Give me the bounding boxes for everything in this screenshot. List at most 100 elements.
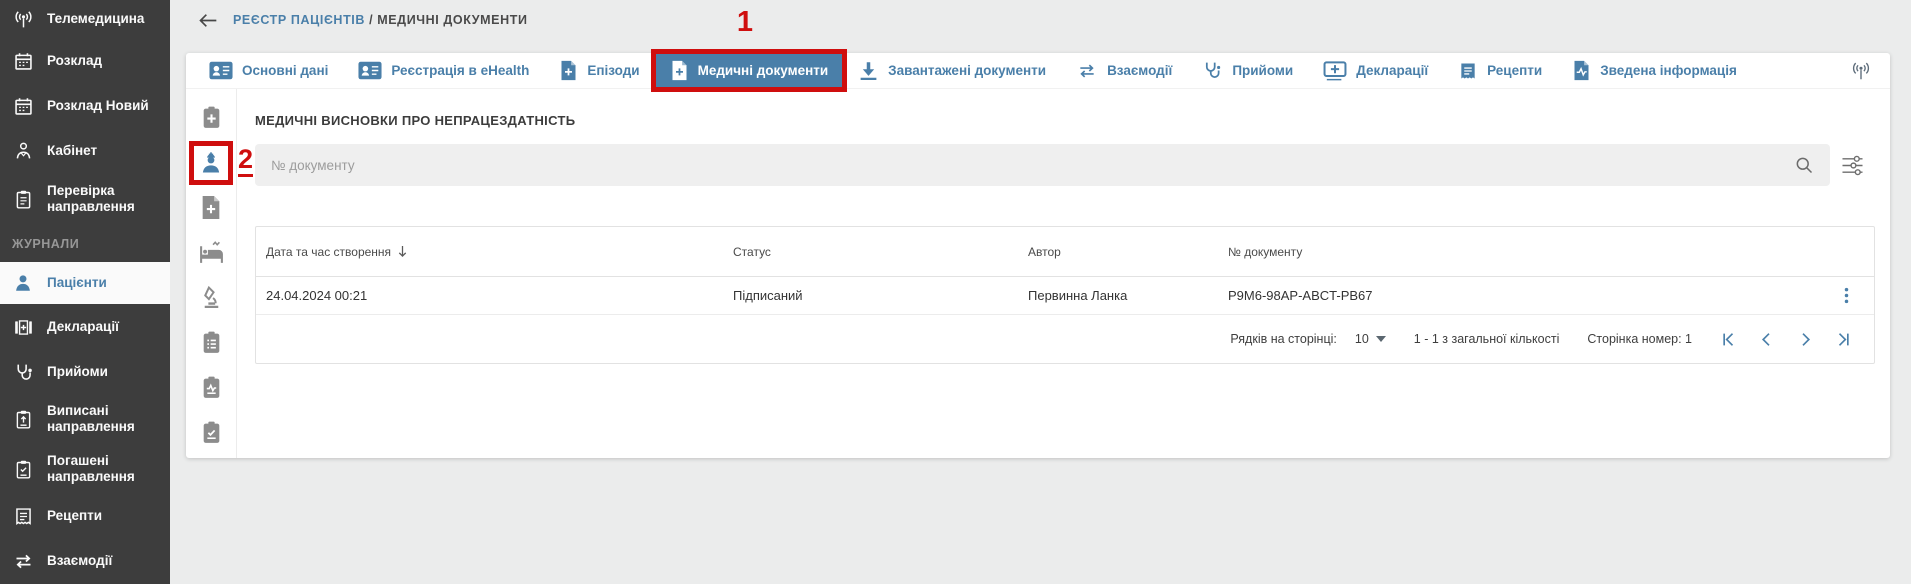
sort-descending-icon: [397, 245, 408, 258]
topbar: РЕЄСТР ПАЦІЄНТІВ / МЕДИЧНІ ДОКУМЕНТИ: [170, 0, 1911, 40]
tab-interactions[interactable]: Взаємодії: [1061, 53, 1187, 88]
file-plus-icon: [559, 60, 578, 81]
tab-summary-info[interactable]: Зведена інформація: [1557, 53, 1752, 88]
rows-per-page: Рядків на сторінці: 10: [1230, 332, 1385, 346]
clipboard-icon: [12, 189, 34, 210]
pagination-page-text: Сторінка номер: 1: [1587, 332, 1692, 346]
tab-episodes[interactable]: Епізоди: [544, 53, 654, 88]
table-header-row: Дата та час створення Статус Автор № док…: [256, 227, 1874, 277]
first-page-icon[interactable]: [1720, 332, 1735, 347]
person-icon: [12, 272, 34, 294]
cell-status: Підписаний: [723, 288, 1018, 303]
tab-appointments[interactable]: Прийоми: [1187, 53, 1308, 88]
sidebar-item-label: Розклад: [47, 53, 102, 69]
tab-ehealth-registration[interactable]: Реєстрація в eHealth: [343, 53, 544, 88]
strip-clipboard-plus-icon[interactable]: [199, 105, 224, 131]
sidebar-item-schedule[interactable]: Розклад: [0, 38, 170, 84]
id-card-icon: [358, 61, 382, 80]
sidebar-item-label: Погашені направлення: [47, 453, 160, 485]
sidebar-item-label: Виписані направлення: [47, 403, 160, 435]
next-page-icon[interactable]: [1798, 332, 1813, 347]
declaration-icon: [12, 317, 34, 338]
sidebar-item-label: Пацієнти: [47, 275, 107, 291]
strip-patient-conclusions-icon[interactable]: 2: [198, 150, 224, 176]
filter-sliders-icon[interactable]: [1830, 155, 1875, 176]
sidebar-item-appointments[interactable]: Прийоми: [0, 350, 170, 394]
document-number-search-input[interactable]: [271, 158, 1794, 173]
telemedicine-signal-icon[interactable]: [1850, 60, 1872, 82]
sidebar: Телемедицина Розклад Розклад Новий Кабін…: [0, 0, 170, 584]
sidebar-item-telemedicine[interactable]: Телемедицина: [0, 0, 170, 38]
column-header-doc-number: № документу: [1218, 245, 1818, 259]
sidebar-item-label: Взаємодії: [47, 553, 112, 569]
file-pulse-icon: [1572, 60, 1591, 81]
tab-main-data[interactable]: Основні дані: [194, 53, 343, 88]
strip-clipboard-pulse-icon[interactable]: [199, 375, 224, 401]
column-header-author: Автор: [1018, 245, 1218, 259]
sidebar-item-redeemed-referrals[interactable]: Погашені направлення: [0, 444, 170, 494]
receipt-icon: [1458, 61, 1478, 81]
medical-documents-content: МЕДИЧНІ ВИСНОВКИ ПРО НЕПРАЦЕЗДАТНІСТЬ Да…: [237, 89, 1890, 458]
table-row[interactable]: 24.04.2024 00:21 Підписаний Первинна Лан…: [256, 277, 1874, 315]
clipboard-up-icon: [12, 409, 34, 430]
column-header-status: Статус: [723, 245, 1018, 259]
strip-clipboard-check-icon[interactable]: [199, 420, 224, 446]
receipt-icon: [12, 506, 34, 527]
previous-page-icon[interactable]: [1759, 332, 1774, 347]
antenna-icon: [12, 9, 34, 30]
breadcrumb-separator: /: [369, 13, 377, 27]
tab-uploaded-documents[interactable]: Завантажені документи: [843, 53, 1061, 88]
table-pagination: Рядків на сторінці: 10 1 - 1 з загальної…: [256, 315, 1874, 363]
breadcrumb: РЕЄСТР ПАЦІЄНТІВ / МЕДИЧНІ ДОКУМЕНТИ: [233, 13, 528, 27]
sidebar-item-label: Декларації: [47, 319, 119, 335]
sidebar-item-cabinet[interactable]: Кабінет: [0, 128, 170, 173]
arrows-icon: [1076, 61, 1098, 81]
breadcrumb-link-patients-registry[interactable]: РЕЄСТР ПАЦІЄНТІВ: [233, 13, 365, 27]
rows-per-page-select[interactable]: 10: [1355, 332, 1386, 346]
sidebar-item-declarations[interactable]: Декларації: [0, 304, 170, 350]
download-icon: [858, 61, 879, 81]
tab-medical-documents[interactable]: 1 Медичні документи: [655, 53, 844, 88]
calendar-icon: [12, 51, 34, 72]
sidebar-item-label: Прийоми: [47, 364, 108, 380]
back-button[interactable]: [198, 12, 218, 29]
patient-tabbar: Основні дані Реєстрація в eHealth Епізод…: [186, 53, 1890, 89]
tab-declarations[interactable]: Декларації: [1308, 53, 1443, 88]
last-page-icon[interactable]: [1837, 332, 1852, 347]
stethoscope-icon: [12, 362, 34, 383]
documents-table: Дата та час створення Статус Автор № док…: [255, 226, 1875, 364]
search-row: [255, 144, 1875, 186]
sidebar-item-referral-check[interactable]: Перевірка направлення: [0, 173, 170, 225]
pagination-buttons: [1720, 332, 1852, 347]
document-type-strip: 2: [186, 89, 237, 458]
sidebar-section-journals: ЖУРНАЛИ: [0, 225, 170, 262]
id-card-icon: [209, 61, 233, 80]
chevron-down-icon: [1376, 336, 1386, 342]
column-header-created[interactable]: Дата та час створення: [256, 245, 723, 259]
rows-per-page-label: Рядків на сторінці:: [1230, 332, 1337, 346]
cell-doc-number: P9M6-98AP-ABCT-PB67: [1218, 288, 1818, 303]
search-icon[interactable]: [1794, 155, 1814, 175]
sidebar-item-prescriptions[interactable]: Рецепти: [0, 494, 170, 538]
row-actions-menu-icon[interactable]: [1818, 286, 1874, 305]
strip-clipboard-list-icon[interactable]: [199, 330, 224, 356]
strip-file-plus-icon[interactable]: [200, 195, 222, 221]
sidebar-item-interactions[interactable]: Взаємодії: [0, 538, 170, 584]
sidebar-item-patients[interactable]: Пацієнти: [0, 262, 170, 304]
search-bar: [255, 144, 1830, 186]
sidebar-item-label: Розклад Новий: [47, 98, 149, 114]
cell-created: 24.04.2024 00:21: [256, 288, 723, 303]
section-title: МЕДИЧНІ ВИСНОВКИ ПРО НЕПРАЦЕЗДАТНІСТЬ: [255, 113, 1875, 128]
sidebar-item-label: Перевірка направлення: [47, 183, 160, 215]
doctor-icon: [12, 140, 34, 161]
cell-author: Первинна Ланка: [1018, 288, 1218, 303]
tab-prescriptions[interactable]: Рецепти: [1443, 53, 1557, 88]
sidebar-item-schedule-new[interactable]: Розклад Новий: [0, 84, 170, 128]
sidebar-item-label: Кабінет: [47, 143, 97, 159]
strip-hospital-bed-icon[interactable]: [198, 240, 225, 266]
arrows-icon: [12, 551, 34, 572]
breadcrumb-current: МЕДИЧНІ ДОКУМЕНТИ: [377, 13, 527, 27]
sidebar-item-issued-referrals[interactable]: Виписані направлення: [0, 394, 170, 444]
strip-microscope-icon[interactable]: [199, 285, 224, 311]
box-plus-icon: [1323, 61, 1347, 81]
